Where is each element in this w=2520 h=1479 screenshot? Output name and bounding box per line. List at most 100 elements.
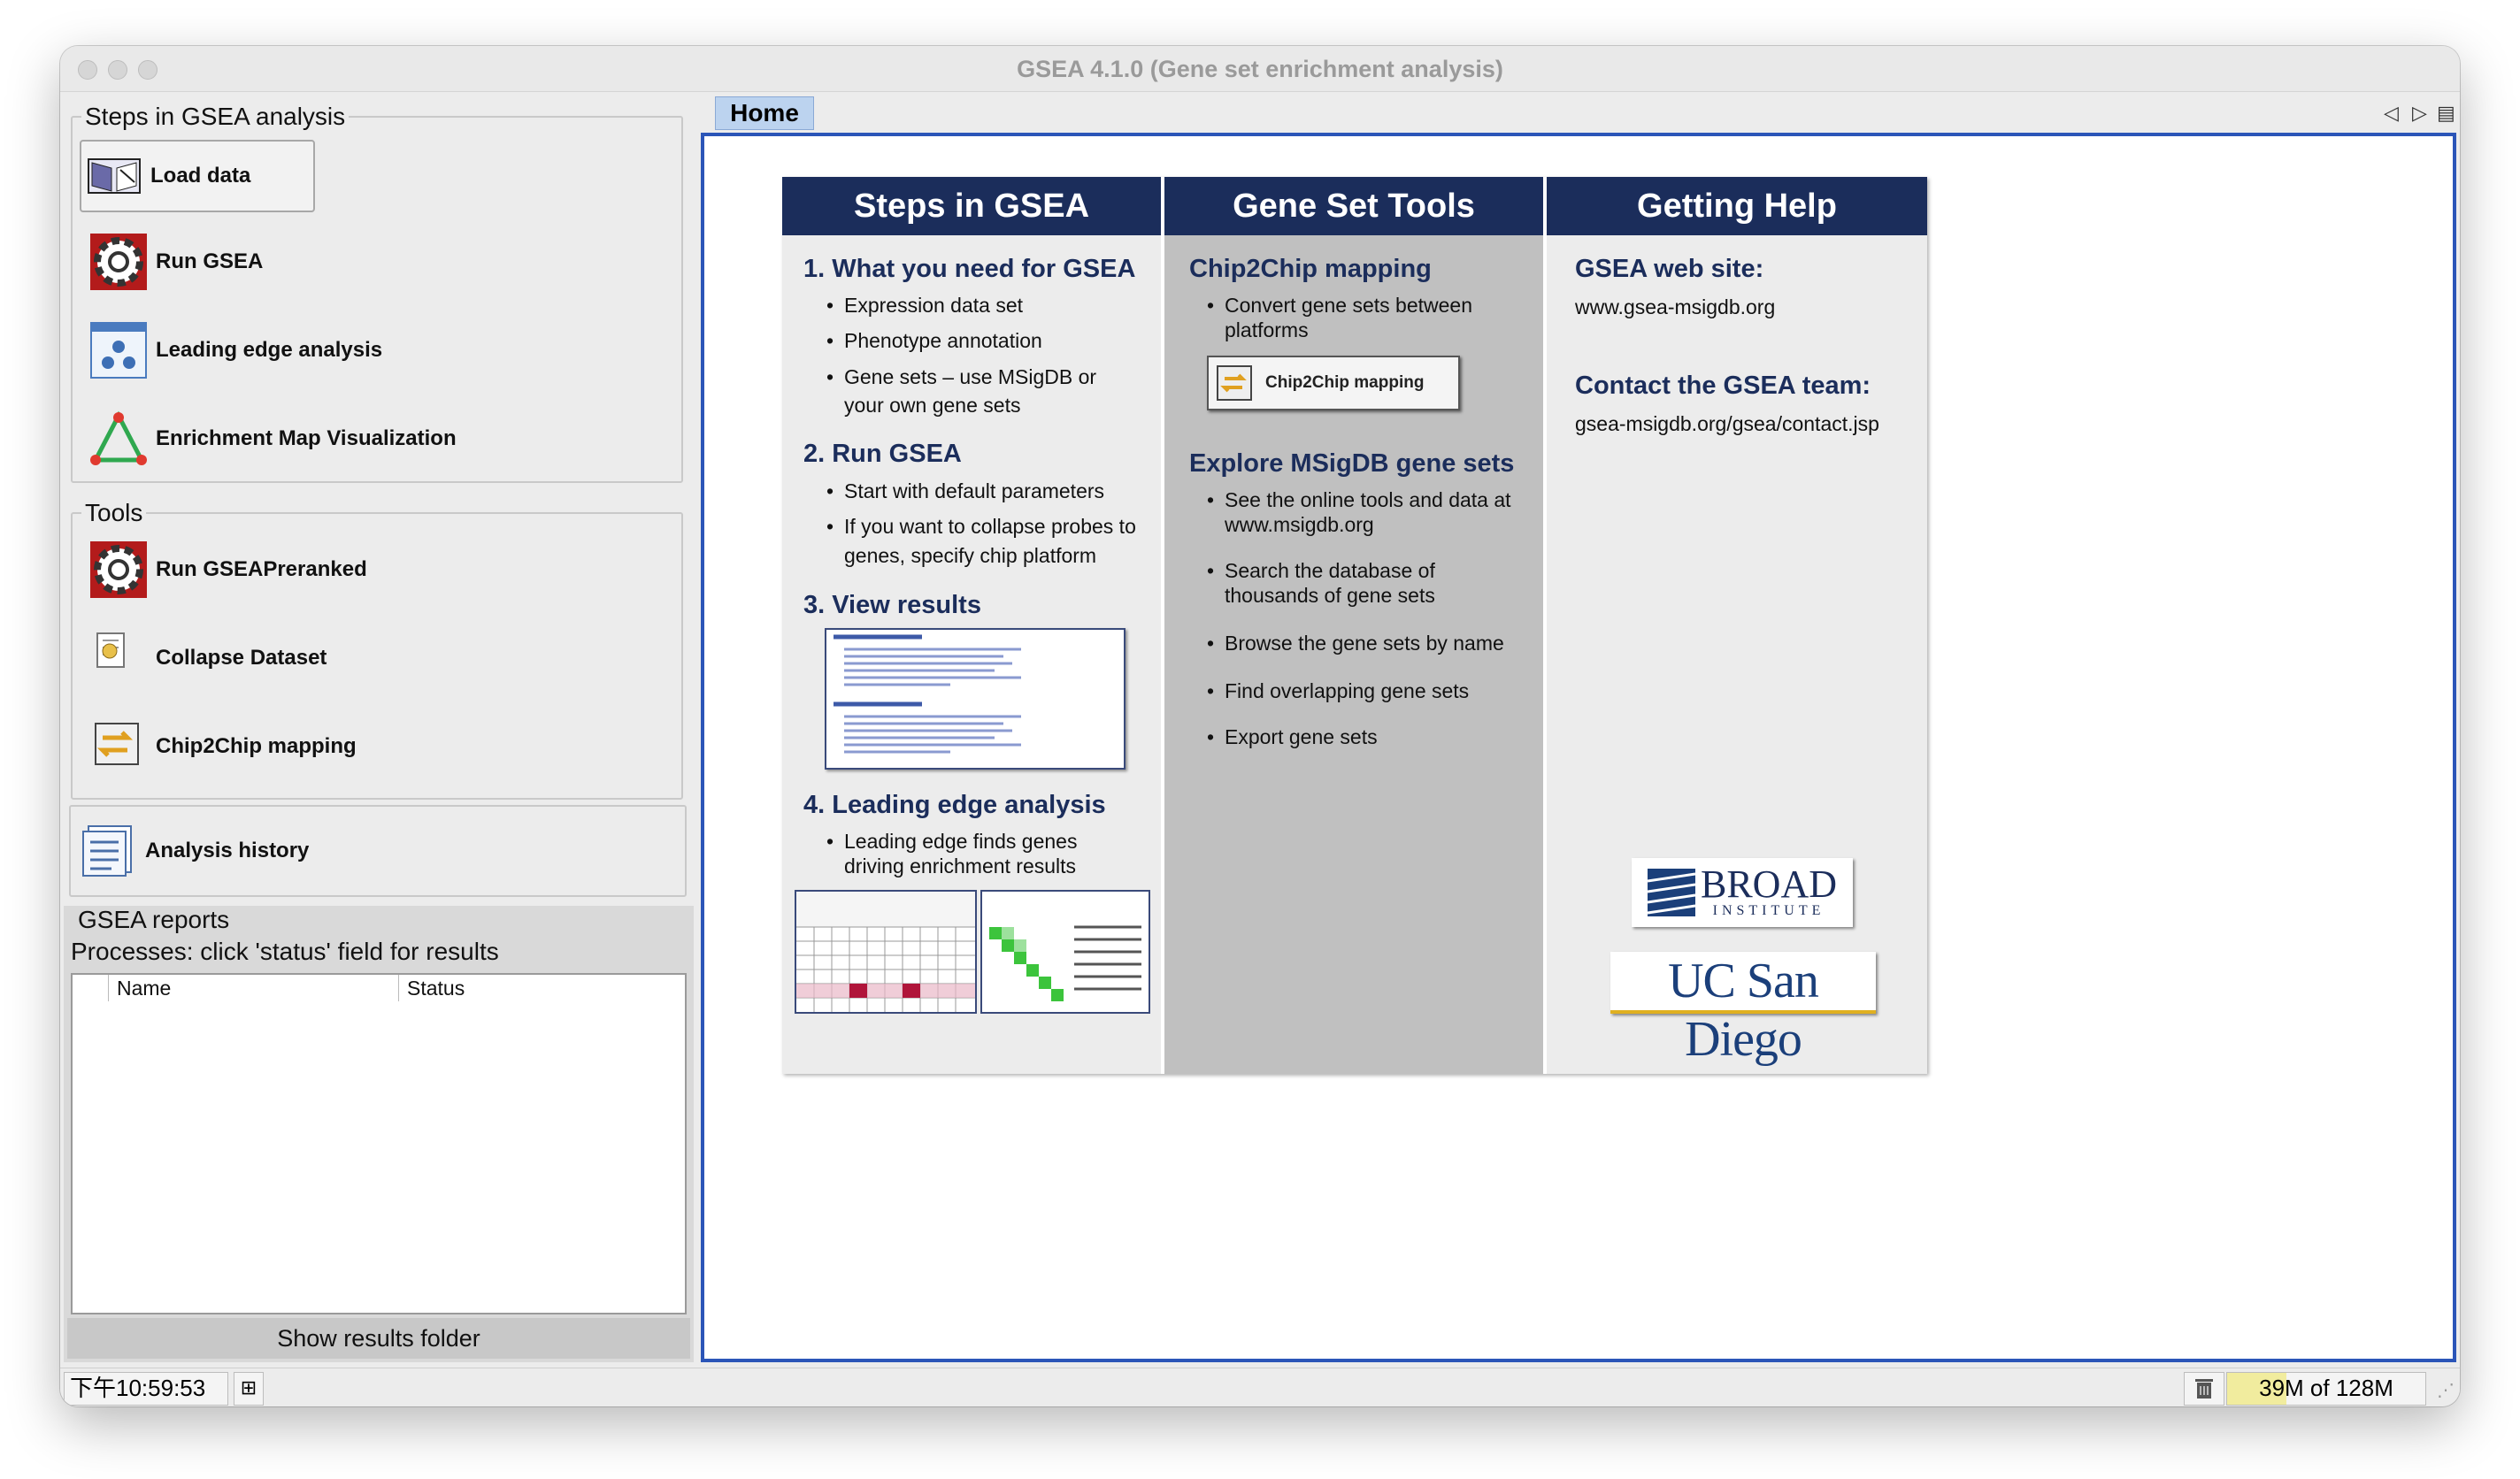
leading-edge-analysis-button[interactable]: Leading edge analysis	[90, 315, 674, 386]
chip2chip-bullet: Convert gene sets between	[1207, 292, 1472, 318]
tools-panel: Tools Run GSEAPreranked Collapse Dataset…	[71, 499, 683, 800]
gear-icon	[90, 234, 147, 290]
explore-bullet: Export gene sets	[1207, 724, 1378, 750]
leading-edge-icon	[90, 322, 147, 379]
chip2chip-title: Chip2Chip mapping	[1189, 255, 1432, 283]
s4-bullet-cont: driving enrichment results	[844, 854, 1077, 877]
gene-set-tools-column: Gene Set Tools Chip2Chip mapping Convert…	[1164, 177, 1543, 1074]
collapse-dataset-label: Collapse Dataset	[156, 646, 327, 670]
s2-bullet: If you want to collapse probes to	[826, 513, 1136, 540]
tools-panel-title: Tools	[85, 499, 143, 526]
tab-next-icon[interactable]: ▷	[2412, 102, 2427, 125]
reports-subtitle: Processes: click 'status' field for resu…	[71, 938, 499, 965]
collapse-icon	[90, 630, 147, 686]
tab-list-icon[interactable]: ▤	[2437, 102, 2455, 125]
show-results-folder-button[interactable]: Show results folder	[67, 1318, 690, 1359]
explore-bullet: Search the database of	[1207, 557, 1435, 584]
contact-link[interactable]: gsea-msigdb.org/gsea/contact.jsp	[1575, 412, 1879, 436]
broad-logo-subtext: INSTITUTE	[1712, 903, 1825, 918]
title-bar: GSEA 4.1.0 (Gene set enrichment analysis…	[60, 46, 2460, 92]
broad-logo: BROAD INSTITUTE	[1632, 858, 1853, 927]
contact-title: Contact the GSEA team:	[1575, 372, 1871, 400]
resize-grip-icon[interactable]: ⋰	[2437, 1379, 2455, 1401]
gene-set-tools-header: Gene Set Tools	[1164, 177, 1543, 235]
run-gsea-label: Run GSEA	[156, 249, 264, 273]
s2-bullet-cont: genes, specify chip platform	[844, 544, 1097, 567]
chip2chip-mapping-link-label: Chip2Chip mapping	[1265, 373, 1425, 392]
status-bar: 下午10:59:53 ⊞ 39M of 128M ⋰	[60, 1368, 2460, 1406]
run-gsea-button[interactable]: Run GSEA	[90, 226, 674, 297]
broad-logo-icon	[1647, 869, 1696, 916]
leading-edge-label: Leading edge analysis	[156, 338, 383, 362]
chip2chip-bullet-cont: platforms	[1225, 318, 1309, 341]
history-icon	[80, 823, 136, 879]
column-divider	[398, 975, 399, 1001]
heatmap-thumbnail	[795, 890, 977, 1014]
history-panel: Analysis history	[69, 805, 687, 897]
gear-icon	[90, 541, 147, 598]
steps-column-header: Steps in GSEA	[782, 177, 1161, 235]
reports-table[interactable]: Name Status	[71, 973, 687, 1314]
steps-column: Steps in GSEA 1. What you need for GSEA …	[782, 177, 1161, 1074]
web-site-link[interactable]: www.gsea-msigdb.org	[1575, 295, 1775, 319]
analysis-history-label: Analysis history	[145, 839, 310, 862]
s4-title: 4. Leading edge analysis	[803, 791, 1106, 819]
chip2chip-icon	[90, 718, 147, 775]
enrichment-map-label: Enrichment Map Visualization	[156, 426, 457, 450]
column-header-status[interactable]: Status	[407, 977, 465, 1000]
memory-text: 39M of 128M	[2259, 1375, 2393, 1401]
broad-logo-text: BROAD	[1700, 862, 1838, 906]
reports-title: GSEA reports	[78, 906, 230, 933]
web-site-title: GSEA web site:	[1575, 255, 1764, 283]
explore-msigdb-title: Explore MSigDB gene sets	[1189, 449, 1515, 478]
explore-bullet: See the online tools and data at	[1207, 487, 1511, 513]
explore-bullet-cont: thousands of gene sets	[1225, 584, 1435, 607]
chip2chip-icon	[1216, 364, 1253, 402]
s1-bullet: Gene sets – use MSigDB or	[826, 364, 1096, 390]
home-content: Steps in GSEA 1. What you need for GSEA …	[701, 133, 2456, 1362]
results-thumbnail	[825, 628, 1126, 770]
getting-help-header: Getting Help	[1547, 177, 1927, 235]
enrichment-map-button[interactable]: Enrichment Map Visualization	[90, 403, 674, 474]
steps-panel-title: Steps in GSEA analysis	[85, 103, 346, 130]
run-gseapreranked-label: Run GSEAPreranked	[156, 557, 367, 581]
run-gseapreranked-button[interactable]: Run GSEAPreranked	[90, 534, 674, 605]
clock-display: 下午10:59:53	[64, 1372, 228, 1406]
chip2chip-mapping-link-button[interactable]: Chip2Chip mapping	[1207, 356, 1460, 410]
explore-bullet: Find overlapping gene sets	[1207, 678, 1469, 704]
home-panel: Steps in GSEA 1. What you need for GSEA …	[782, 177, 1927, 1074]
analysis-history-button[interactable]: Analysis history	[80, 816, 664, 886]
s1-bullet: Expression data set	[826, 292, 1023, 318]
s3-title: 3. View results	[803, 591, 981, 619]
s2-bullet: Start with default parameters	[826, 478, 1104, 504]
load-data-label: Load data	[150, 164, 251, 188]
gsea-reports-panel: GSEA reports Processes: click 'status' f…	[64, 906, 694, 1362]
load-data-button[interactable]: Load data	[80, 140, 315, 212]
trash-icon[interactable]	[2184, 1372, 2224, 1406]
chip2chip-label: Chip2Chip mapping	[156, 734, 357, 758]
window-title: GSEA 4.1.0 (Gene set enrichment analysis…	[1017, 56, 1503, 82]
steps-panel: Steps in GSEA analysis Load data Run GSE…	[71, 103, 683, 483]
app-window: GSEA 4.1.0 (Gene set enrichment analysis…	[60, 46, 2460, 1406]
explore-bullet-cont: www.msigdb.org	[1225, 513, 1374, 536]
getting-help-column: Getting Help GSEA web site: www.gsea-msi…	[1547, 177, 1927, 1074]
tab-prev-icon[interactable]: ◁	[2384, 102, 2399, 125]
tab-bar: Home ◁ ▷ ▤	[708, 96, 2455, 130]
s4-bullet: Leading edge finds genes	[826, 828, 1077, 854]
overlap-thumbnail	[980, 890, 1150, 1014]
ucsd-logo: UC San Diego	[1610, 952, 1876, 1067]
column-header-name[interactable]: Name	[117, 977, 171, 1000]
chip2chip-mapping-button[interactable]: Chip2Chip mapping	[90, 711, 674, 782]
s1-bullet-cont: your own gene sets	[844, 394, 1021, 417]
s1-bullet: Phenotype annotation	[826, 327, 1042, 354]
collapse-dataset-button[interactable]: Collapse Dataset	[90, 623, 674, 694]
triangle-network-icon	[90, 410, 147, 467]
memory-indicator[interactable]: 39M of 128M	[2226, 1372, 2426, 1406]
ucsd-logo-text: UC San Diego	[1668, 954, 1819, 1067]
s2-title: 2. Run GSEA	[803, 440, 962, 468]
s1-title: 1. What you need for GSEA	[803, 255, 1136, 283]
book-icon	[87, 156, 142, 196]
tab-home[interactable]: Home	[715, 96, 814, 130]
add-icon[interactable]: ⊞	[234, 1372, 264, 1406]
column-divider	[108, 975, 109, 1001]
